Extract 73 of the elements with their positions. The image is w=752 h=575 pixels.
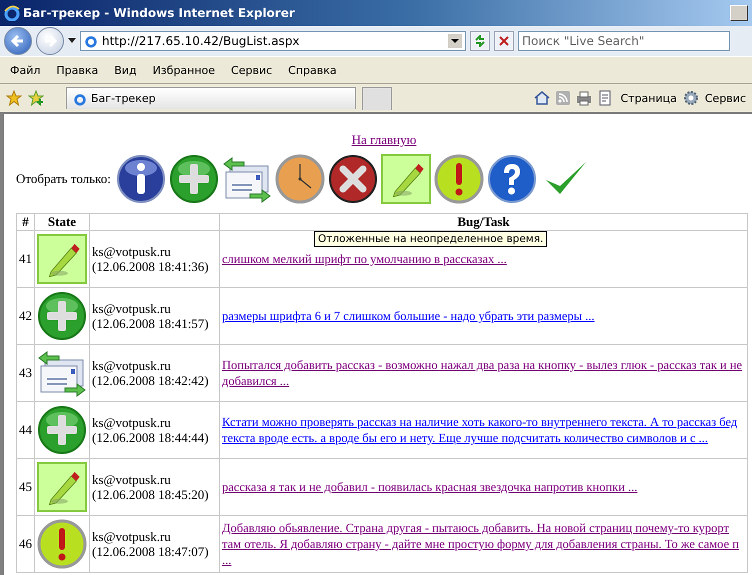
filter-label: Отобрать только: <box>16 171 111 187</box>
plus-icon <box>37 405 87 455</box>
filter-button[interactable] <box>116 154 166 204</box>
cross-icon <box>328 154 378 204</box>
plus-icon <box>37 291 87 341</box>
user-email: ks@votpusk.ru <box>92 415 172 430</box>
dropdown-icon[interactable] <box>448 34 462 48</box>
bug-link[interactable]: слишком мелкий шрифт по умолчанию в рассказах ... <box>222 251 745 267</box>
forward-arrow-icon <box>43 34 57 48</box>
column-header: State <box>48 214 76 229</box>
user-email: ks@votpusk.ru <box>92 529 172 544</box>
pencil-icon <box>37 462 87 512</box>
table-cell: 43 <box>16 344 34 402</box>
menu-item[interactable]: Вид <box>114 64 137 76</box>
user-email: ks@votpusk.ru <box>92 244 172 259</box>
table-cell: 42 <box>16 288 34 344</box>
exclamation-icon <box>37 519 87 569</box>
envelope-icon <box>222 154 272 204</box>
menu-item[interactable]: Справка <box>288 64 337 76</box>
user-email: ks@votpusk.ru <box>92 358 172 373</box>
close-icon <box>499 36 509 46</box>
clock-icon <box>274 154 325 204</box>
browser-tab[interactable]: Баг-трекер <box>66 87 356 109</box>
table-cell: 46 <box>16 516 34 572</box>
home-icon[interactable] <box>534 90 550 106</box>
add-favorite-icon[interactable] <box>28 90 44 106</box>
timestamp: (12.06.2008 18:44:44) <box>92 430 210 445</box>
user-email: ks@votpusk.ru <box>92 472 172 487</box>
timestamp: (12.06.2008 18:42:42) <box>92 373 210 388</box>
table-cell: 45 <box>16 458 34 516</box>
timestamp: (12.06.2008 18:41:36) <box>92 259 210 274</box>
filter-button[interactable] <box>328 154 378 204</box>
page-menu[interactable]: Страница <box>620 92 677 104</box>
pencil-icon <box>37 234 87 284</box>
exclamation-icon <box>434 154 484 204</box>
gear-icon[interactable] <box>682 90 699 106</box>
printer-icon[interactable] <box>576 90 592 106</box>
stop-button[interactable] <box>494 31 514 51</box>
timestamp: (12.06.2008 18:47:07) <box>92 544 210 559</box>
menu-item[interactable]: Избранное <box>152 64 216 76</box>
refresh-button[interactable] <box>470 31 490 51</box>
question-icon <box>486 154 537 204</box>
table-cell: 41 <box>16 230 34 288</box>
menu-item[interactable]: Правка <box>56 64 98 76</box>
minimize-button[interactable] <box>730 5 748 21</box>
filter-button[interactable] <box>434 154 484 204</box>
tools-menu[interactable]: Сервис <box>704 92 746 104</box>
timestamp: (12.06.2008 18:41:57) <box>92 316 210 331</box>
search-field[interactable]: Поиск "Live Search" <box>518 31 730 51</box>
column-header: Bug/Task <box>457 214 510 229</box>
page-icon <box>73 92 87 106</box>
info-icon <box>116 154 166 204</box>
refresh-icon <box>474 35 486 47</box>
filter-button[interactable] <box>486 154 537 204</box>
back-arrow-icon <box>11 34 25 48</box>
browser-icon <box>4 5 20 21</box>
url-text: http://217.65.10.42/BugList.aspx <box>102 34 301 48</box>
home-link[interactable]: На главную <box>352 132 416 148</box>
table-cell: 44 <box>16 402 34 458</box>
page-icon <box>84 34 98 48</box>
menu-item[interactable]: Файл <box>10 64 40 76</box>
menu-item[interactable]: Сервис <box>231 64 272 76</box>
caret-icon[interactable] <box>68 38 76 44</box>
envelope-icon <box>37 348 87 398</box>
tooltip: Отложенные на неопределенное время. <box>314 231 548 247</box>
window-title: Баг-трекер - Windows Internet Explorer <box>23 6 296 20</box>
address-field[interactable]: http://217.65.10.42/BugList.aspx <box>80 31 466 51</box>
plus-icon <box>168 154 219 204</box>
back-button[interactable] <box>4 27 32 55</box>
user-email: ks@votpusk.ru <box>92 301 172 316</box>
column-header: # <box>22 214 29 229</box>
star-icon[interactable] <box>6 90 22 106</box>
timestamp: (12.06.2008 18:45:20) <box>92 487 210 502</box>
